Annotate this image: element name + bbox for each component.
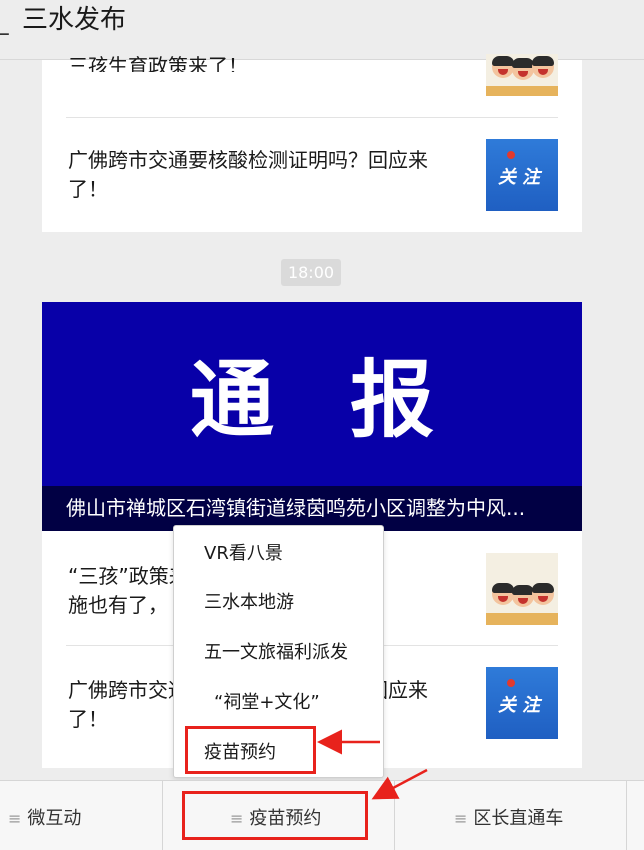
menu-lines-icon: ≡ xyxy=(8,809,22,828)
divider xyxy=(162,781,163,850)
article-title[interactable]: 广佛跨市交通要核酸检测证明吗？回应来 了！ xyxy=(68,146,468,204)
guanzhu-thumbnail-icon: 关注 xyxy=(486,139,558,211)
menu-item-local-tour[interactable]: 三水本地游 xyxy=(174,583,383,623)
tab-district-chief-line[interactable]: ≡ 区长直通车 xyxy=(454,781,563,850)
page-title: 三水发布 xyxy=(22,5,127,35)
guanzhu-thumbnail-icon: 关注 xyxy=(486,667,558,739)
divider xyxy=(626,781,627,850)
prev-article-card: 三孩生育政策来了！ 广佛跨市交通要核酸检测证明吗？回应来 了！ 关注 xyxy=(42,54,582,232)
message-timestamp: 18:00 xyxy=(281,259,341,286)
highlight-box-popup-item xyxy=(185,726,316,774)
menu-item-vr[interactable]: VR看八景 xyxy=(174,534,383,574)
kids-thumbnail-icon xyxy=(486,553,558,625)
menu-lines-icon: ≡ xyxy=(454,809,468,828)
menu-item-may-day-benefits[interactable]: 五一文旅福利派发 xyxy=(174,633,383,673)
menu-item-ancestral-hall[interactable]: “祠堂+文化” xyxy=(174,683,383,723)
banner-image[interactable]: 通报 佛山市禅城区石湾镇街道绿茵鸣苑小区调整为中风... xyxy=(42,302,582,531)
back-chevron-icon[interactable]: – xyxy=(0,21,10,45)
divider xyxy=(394,781,395,850)
banner-text: 通报 xyxy=(189,351,510,449)
tab-interaction[interactable]: ≡ 微互动 xyxy=(8,781,81,850)
highlight-box-bottom-tab xyxy=(182,791,368,840)
article-title-partial[interactable]: 三孩生育政策来了！ xyxy=(68,50,468,72)
divider xyxy=(66,117,558,118)
kids-thumbnail-icon xyxy=(486,54,558,96)
